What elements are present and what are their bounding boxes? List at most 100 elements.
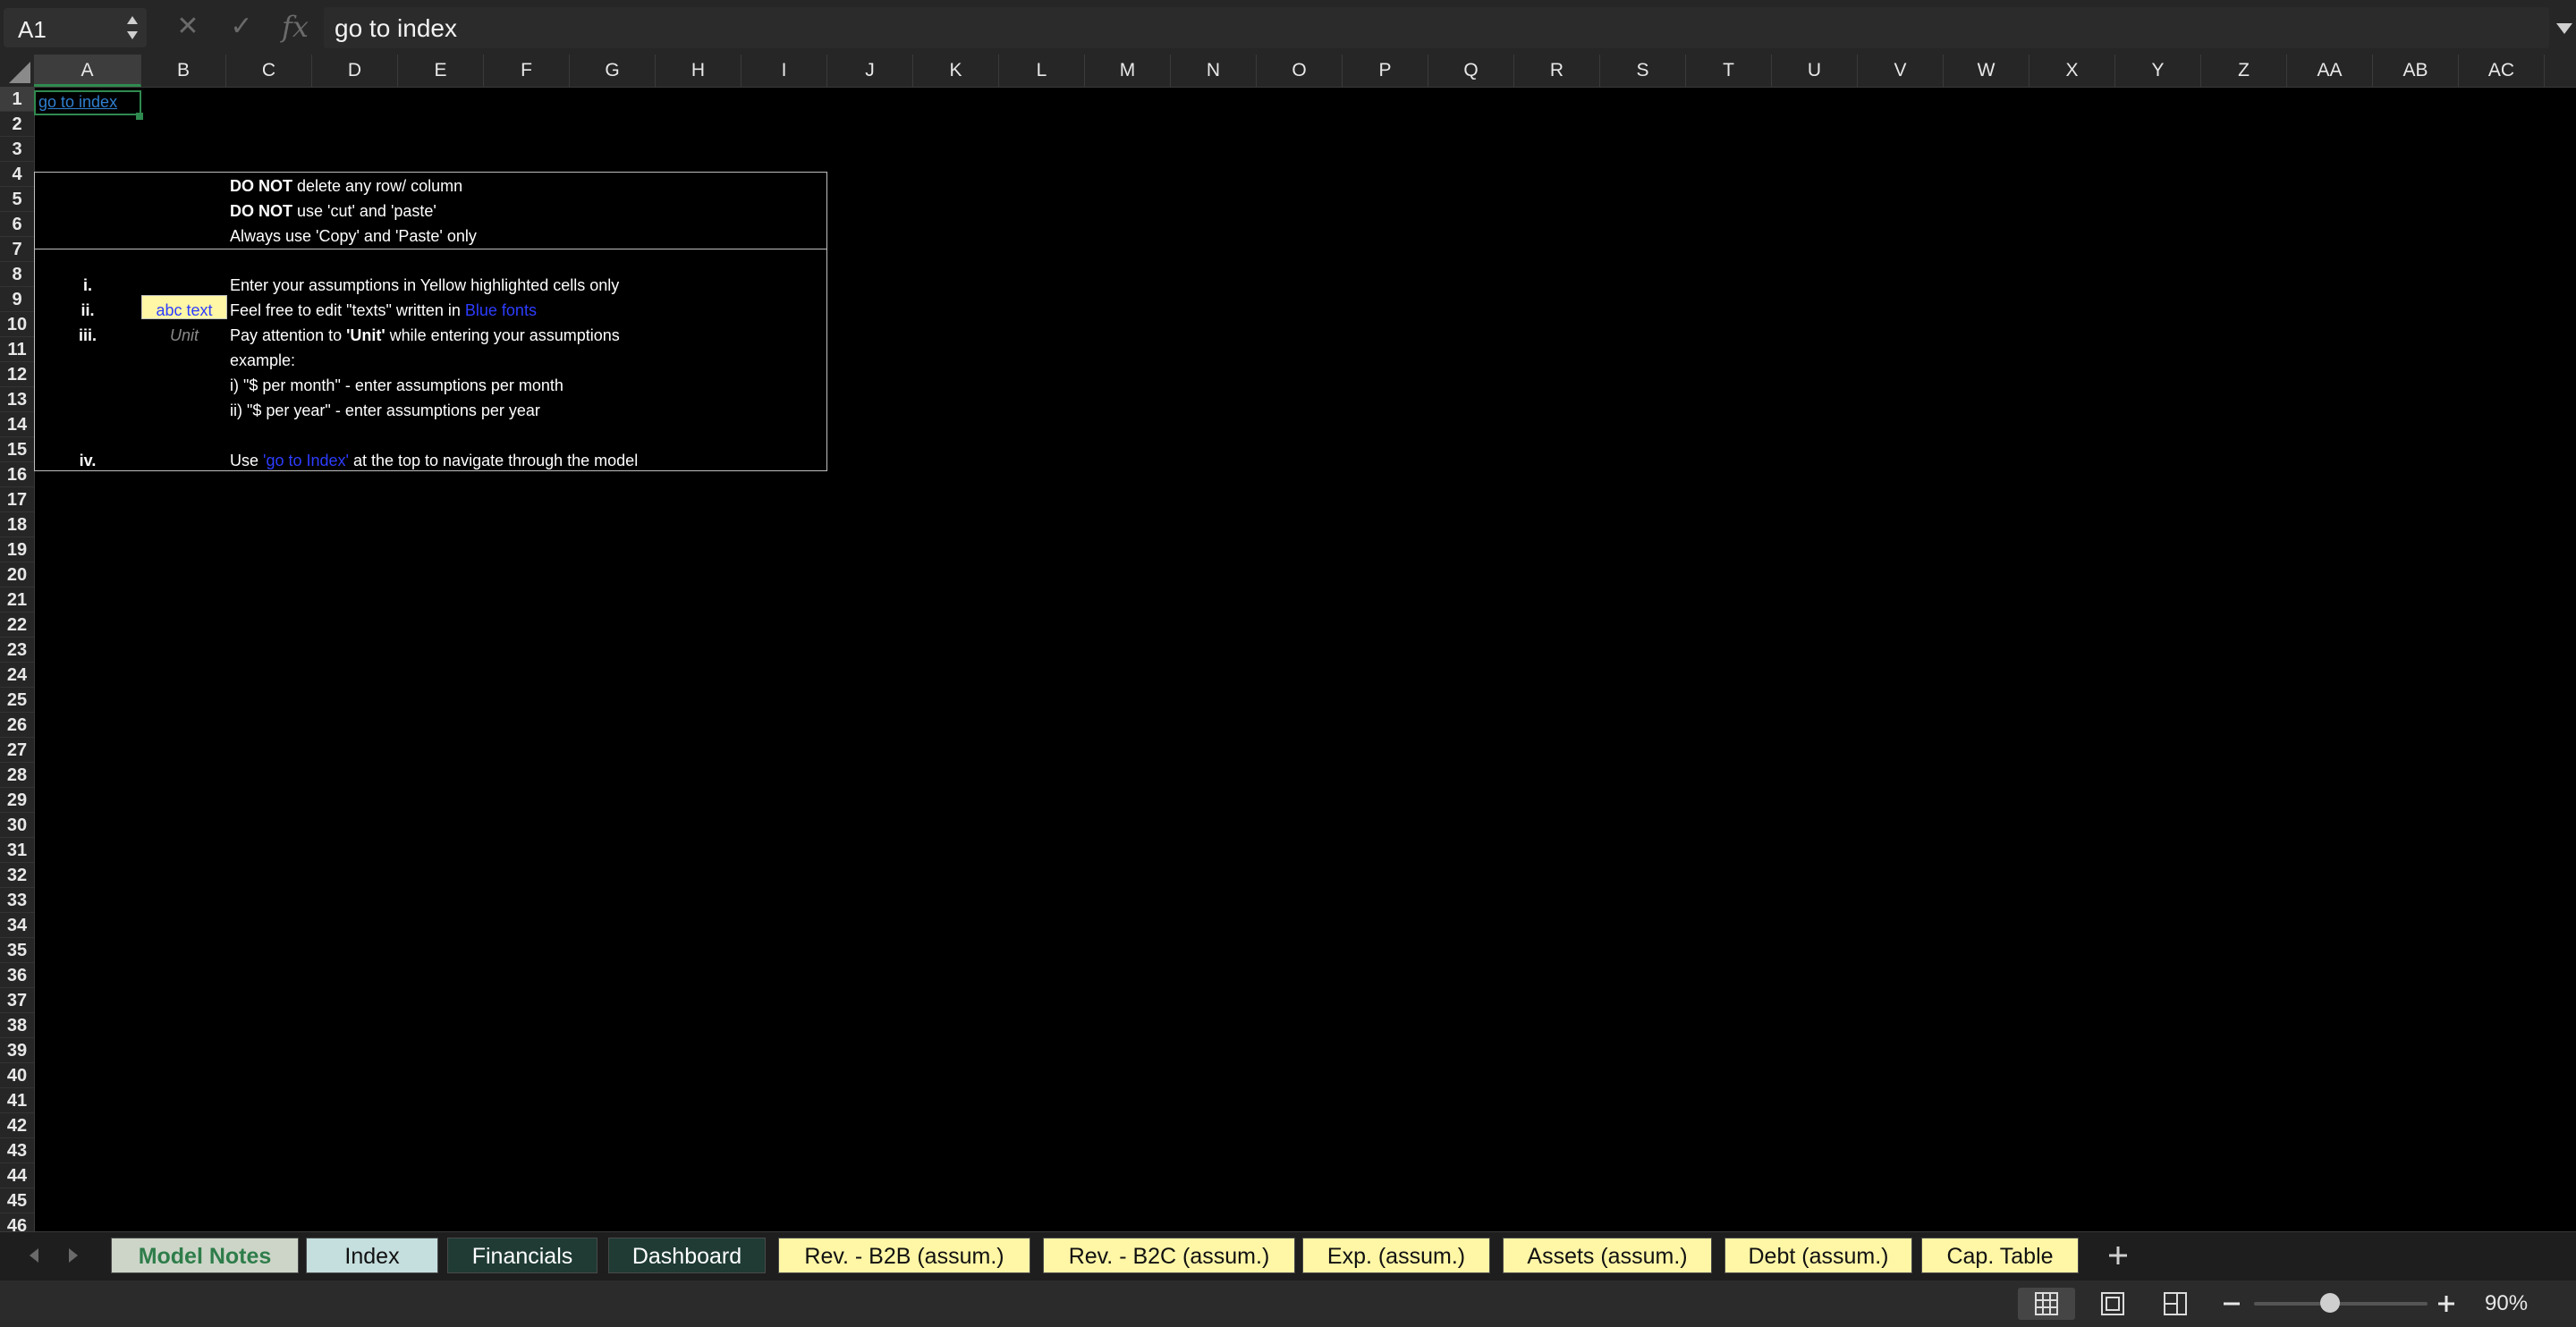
- row-header-25[interactable]: 25: [0, 688, 34, 713]
- row-header-31[interactable]: 31: [0, 838, 34, 863]
- chevron-down-icon[interactable]: [2553, 16, 2576, 39]
- row-header-8[interactable]: 8: [0, 262, 34, 287]
- column-header-y[interactable]: Y: [2115, 55, 2201, 87]
- column-header-n[interactable]: N: [1171, 55, 1257, 87]
- row-header-46[interactable]: 46: [0, 1213, 34, 1231]
- sheet-tab-financials[interactable]: Financials: [447, 1238, 597, 1273]
- row-header-9[interactable]: 9: [0, 287, 34, 312]
- row-header-37[interactable]: 37: [0, 988, 34, 1013]
- column-header-b[interactable]: B: [141, 55, 226, 87]
- row-header-4[interactable]: 4: [0, 162, 34, 187]
- row-header-39[interactable]: 39: [0, 1038, 34, 1063]
- column-header-x[interactable]: X: [2029, 55, 2115, 87]
- row-header-26[interactable]: 26: [0, 713, 34, 738]
- row-header-30[interactable]: 30: [0, 813, 34, 838]
- row-header-16[interactable]: 16: [0, 462, 34, 487]
- column-header-q[interactable]: Q: [1428, 55, 1514, 87]
- column-header-ab[interactable]: AB: [2373, 55, 2459, 87]
- row-header-29[interactable]: 29: [0, 788, 34, 813]
- sheet-tab-rev-b2c-assum[interactable]: Rev. - B2C (assum.): [1043, 1238, 1295, 1273]
- row-header-19[interactable]: 19: [0, 537, 34, 562]
- row-header-6[interactable]: 6: [0, 212, 34, 237]
- row-header-32[interactable]: 32: [0, 863, 34, 888]
- row-header-23[interactable]: 23: [0, 638, 34, 663]
- zoom-level[interactable]: 90%: [2485, 1291, 2528, 1316]
- row-header-20[interactable]: 20: [0, 562, 34, 587]
- row-header-2[interactable]: 2: [0, 112, 34, 137]
- column-header-i[interactable]: I: [741, 55, 827, 87]
- row-header-7[interactable]: 7: [0, 237, 34, 262]
- column-header-a[interactable]: A: [34, 55, 141, 87]
- column-header-z[interactable]: Z: [2201, 55, 2287, 87]
- column-header-o[interactable]: O: [1257, 55, 1343, 87]
- sheet-tab-dashboard[interactable]: Dashboard: [608, 1238, 766, 1273]
- row-header-14[interactable]: 14: [0, 412, 34, 437]
- row-header-1[interactable]: 1: [0, 87, 34, 112]
- row-header-43[interactable]: 43: [0, 1138, 34, 1163]
- stepper-arrows-icon[interactable]: [123, 12, 141, 44]
- row-header-5[interactable]: 5: [0, 187, 34, 212]
- row-header-33[interactable]: 33: [0, 888, 34, 913]
- column-header-aa[interactable]: AA: [2287, 55, 2373, 87]
- row-header-44[interactable]: 44: [0, 1163, 34, 1188]
- row-header-45[interactable]: 45: [0, 1188, 34, 1213]
- zoom-slider[interactable]: [2254, 1302, 2428, 1306]
- row-header-10[interactable]: 10: [0, 312, 34, 337]
- row-header-35[interactable]: 35: [0, 938, 34, 963]
- sheet-tab-model-notes[interactable]: Model Notes: [111, 1238, 299, 1273]
- sheet-tab-rev-b2b-assum[interactable]: Rev. - B2B (assum.): [778, 1238, 1030, 1273]
- column-header-g[interactable]: G: [570, 55, 656, 87]
- column-header-w[interactable]: W: [1944, 55, 2029, 87]
- zoom-slider-thumb[interactable]: [2320, 1293, 2340, 1313]
- row-header-36[interactable]: 36: [0, 963, 34, 988]
- row-header-3[interactable]: 3: [0, 137, 34, 162]
- column-header-ac[interactable]: AC: [2459, 55, 2545, 87]
- row-header-22[interactable]: 22: [0, 613, 34, 638]
- column-header-l[interactable]: L: [999, 55, 1085, 87]
- checkmark-icon[interactable]: ✓: [222, 7, 261, 46]
- column-header-m[interactable]: M: [1085, 55, 1171, 87]
- cell-area[interactable]: go to index DO NOT delete any row/ colum…: [34, 87, 2576, 1231]
- page-break-view-icon[interactable]: [2147, 1288, 2204, 1320]
- sheet-tab-exp-assum[interactable]: Exp. (assum.): [1302, 1238, 1490, 1273]
- row-header-13[interactable]: 13: [0, 387, 34, 412]
- sheet-tab-cap-table[interactable]: Cap. Table: [1921, 1238, 2079, 1273]
- row-header-40[interactable]: 40: [0, 1063, 34, 1088]
- column-header-d[interactable]: D: [312, 55, 398, 87]
- row-header-38[interactable]: 38: [0, 1013, 34, 1038]
- formula-input[interactable]: go to index: [324, 7, 2549, 48]
- add-sheet-icon[interactable]: [2102, 1239, 2134, 1272]
- column-header-u[interactable]: U: [1772, 55, 1858, 87]
- sheet-tab-debt-assum[interactable]: Debt (assum.): [1724, 1238, 1912, 1273]
- row-header-42[interactable]: 42: [0, 1113, 34, 1138]
- function-icon[interactable]: fx: [275, 7, 315, 46]
- column-header-e[interactable]: E: [398, 55, 484, 87]
- chevron-right-icon[interactable]: [63, 1245, 84, 1266]
- row-header-34[interactable]: 34: [0, 913, 34, 938]
- normal-view-icon[interactable]: [2018, 1288, 2075, 1320]
- column-header-t[interactable]: T: [1686, 55, 1772, 87]
- row-header-28[interactable]: 28: [0, 763, 34, 788]
- zoom-in-icon[interactable]: [2435, 1288, 2458, 1320]
- column-header-h[interactable]: H: [656, 55, 741, 87]
- row-header-11[interactable]: 11: [0, 337, 34, 362]
- cancel-icon[interactable]: ✕: [168, 7, 208, 46]
- sheet-tab-assets-assum[interactable]: Assets (assum.): [1503, 1238, 1712, 1273]
- zoom-out-icon[interactable]: [2220, 1288, 2243, 1320]
- row-header-17[interactable]: 17: [0, 487, 34, 512]
- row-header-18[interactable]: 18: [0, 512, 34, 537]
- row-header-41[interactable]: 41: [0, 1088, 34, 1113]
- row-header-12[interactable]: 12: [0, 362, 34, 387]
- page-layout-view-icon[interactable]: [2084, 1288, 2141, 1320]
- column-header-f[interactable]: F: [484, 55, 570, 87]
- select-all-corner[interactable]: [0, 55, 35, 88]
- chevron-left-icon[interactable]: [23, 1245, 45, 1266]
- sheet-tab-index[interactable]: Index: [306, 1238, 438, 1273]
- column-header-v[interactable]: V: [1858, 55, 1944, 87]
- row-header-27[interactable]: 27: [0, 738, 34, 763]
- column-header-r[interactable]: R: [1514, 55, 1600, 87]
- row-header-21[interactable]: 21: [0, 587, 34, 613]
- column-header-c[interactable]: C: [226, 55, 312, 87]
- go-to-index-link[interactable]: go to index: [38, 93, 117, 112]
- row-header-15[interactable]: 15: [0, 437, 34, 462]
